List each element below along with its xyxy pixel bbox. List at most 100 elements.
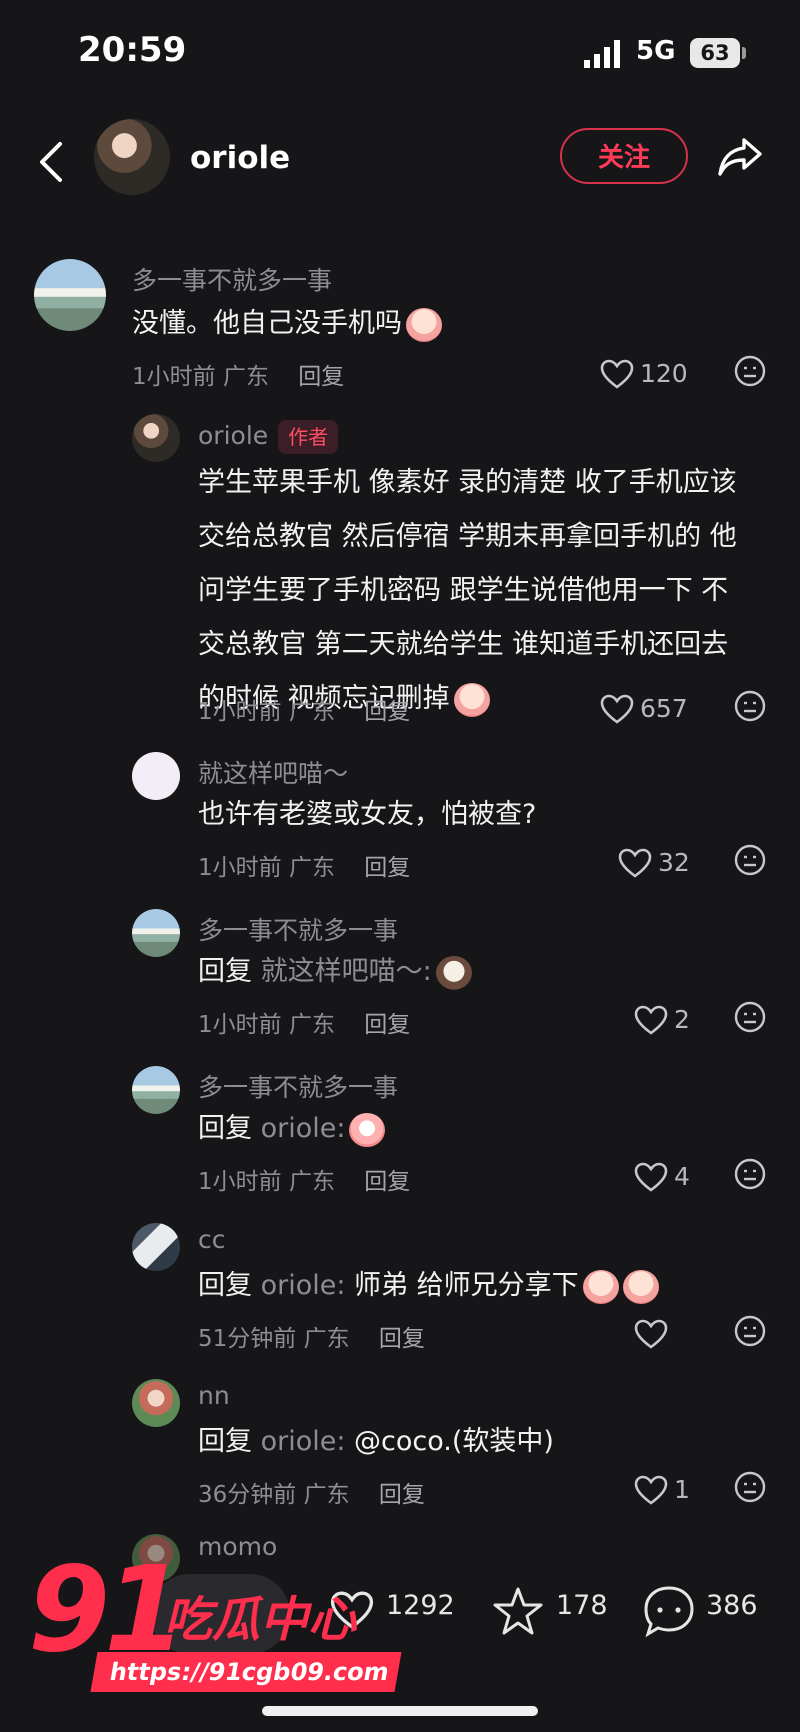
heart-icon	[634, 1162, 668, 1192]
heart-icon	[600, 359, 634, 389]
comment-text-content: 师弟 给师兄分享下	[354, 1270, 579, 1301]
battery-icon: 63	[690, 38, 740, 68]
share-icon[interactable]	[716, 134, 764, 178]
reply-button[interactable]: 回复	[298, 364, 344, 390]
dislike-icon[interactable]	[734, 844, 766, 876]
comment-author[interactable]: momo	[198, 1532, 277, 1561]
comment-author[interactable]: 多一事不就多一事	[198, 911, 398, 947]
comment-time: 1小时前	[198, 1012, 282, 1038]
reply-target[interactable]: oriole:	[261, 1270, 346, 1301]
comment-text: 回复 oriole: @coco.(软装中)	[198, 1415, 554, 1469]
dislike-icon[interactable]	[734, 1001, 766, 1033]
dislike-icon[interactable]	[734, 1471, 766, 1503]
peach-emoji-icon	[582, 1269, 619, 1304]
comment-meta: 36分钟前 广东 回复	[198, 1475, 425, 1509]
comment-text-line: 问学生要了手机密码 跟学生说借他用一下 不	[198, 575, 729, 606]
avatar[interactable]	[132, 1066, 180, 1114]
reply-button[interactable]: 回复	[364, 1169, 410, 1195]
reply-button[interactable]: 回复	[379, 1326, 425, 1352]
avatar[interactable]	[132, 752, 180, 800]
avatar[interactable]	[132, 1223, 180, 1271]
comment-item: 多一事不就多一事 没懂。他自己没手机吗 1小时前 广东 回复 120	[0, 255, 800, 395]
peach-emoji-icon	[622, 1269, 659, 1304]
comment-time: 51分钟前	[198, 1326, 297, 1352]
dislike-icon[interactable]	[734, 1315, 766, 1347]
reply-prefix: 回复	[198, 1113, 252, 1144]
like-count: 2	[674, 1005, 690, 1034]
comment-text: 回复 oriole: 师弟 给师兄分享下	[198, 1259, 659, 1313]
reply-target[interactable]: 就这样吧喵～:	[261, 956, 432, 987]
like-count: 4	[674, 1162, 690, 1191]
watermark-url: https://91cgb09.com	[90, 1652, 402, 1692]
comment-text-line: 学生苹果手机 像素好 录的清楚 收了手机应该	[198, 467, 737, 498]
comment-item: oriole 作者 学生苹果手机 像素好 录的清楚 收了手机应该 交给总教官 然后…	[0, 410, 800, 730]
comment-author[interactable]: nn	[198, 1381, 230, 1410]
comment-location: 广东	[288, 1012, 335, 1038]
dislike-icon[interactable]	[734, 1158, 766, 1190]
like-button[interactable]: 657	[600, 690, 720, 730]
reply-button[interactable]: 回复	[364, 855, 410, 881]
comment-location: 广东	[222, 364, 269, 390]
heart-icon	[600, 694, 634, 724]
network-label: 5G	[636, 36, 676, 66]
comment-text-content: @coco.(软装中)	[354, 1426, 554, 1457]
like-total: 1292	[386, 1590, 455, 1621]
heart-icon	[634, 1475, 668, 1505]
reply-prefix: 回复	[198, 956, 252, 987]
comment-time: 1小时前	[198, 1169, 282, 1195]
comment-item: nn 回复 oriole: @coco.(软装中) 36分钟前 广东 回复 1	[0, 1375, 800, 1515]
comment-author[interactable]: 多一事不就多一事	[198, 1068, 398, 1104]
like-count: 1	[674, 1475, 690, 1504]
signal-icon	[584, 40, 620, 68]
shocked-emoji-icon	[349, 1112, 386, 1147]
comment-author[interactable]: cc	[198, 1225, 226, 1254]
comment-text-content: 没懂。他自己没手机吗	[132, 308, 402, 339]
comment-item: 就这样吧喵～ 也许有老婆或女友，怕被查? 1小时前 广东 回复 32	[0, 748, 800, 888]
comment-location: 广东	[288, 699, 335, 725]
comment-item: 多一事不就多一事 回复 oriole: 1小时前 广东 回复 4	[0, 1062, 800, 1202]
like-count: 657	[640, 694, 688, 723]
follow-button[interactable]: 关注	[560, 128, 688, 184]
avatar[interactable]	[132, 414, 180, 462]
reply-button[interactable]: 回复	[364, 699, 410, 725]
cat-emoji-icon	[435, 955, 472, 990]
reply-button[interactable]: 回复	[364, 1012, 410, 1038]
reply-button[interactable]: 回复	[379, 1482, 425, 1508]
comment-author[interactable]: oriole 作者	[198, 420, 339, 454]
comment-author[interactable]: 就这样吧喵～	[198, 754, 348, 790]
comment-time: 1小时前	[198, 699, 282, 725]
avatar[interactable]	[132, 909, 180, 957]
reply-target[interactable]: oriole:	[261, 1426, 346, 1457]
reply-target[interactable]: oriole:	[261, 1113, 346, 1144]
like-button[interactable]: 32	[618, 844, 738, 884]
back-icon[interactable]	[36, 140, 66, 184]
comment-author[interactable]: 多一事不就多一事	[132, 261, 332, 297]
dislike-icon[interactable]	[734, 355, 766, 387]
comment-meta: 1小时前 广东 回复	[198, 692, 410, 726]
comment-text-line: 交给总教官 然后停宿 学期末再拿回手机的 他	[198, 521, 737, 552]
avatar[interactable]	[94, 119, 170, 195]
comment-item: 多一事不就多一事 回复 就这样吧喵～: 1小时前 广东 回复 2	[0, 905, 800, 1045]
comment-text: 没懂。他自己没手机吗	[132, 297, 442, 351]
favorite-total: 178	[556, 1590, 608, 1621]
home-indicator[interactable]	[262, 1706, 538, 1716]
comment-location: 广东	[303, 1326, 350, 1352]
avatar[interactable]	[132, 1379, 180, 1427]
watermark-text: 吃瓜中心	[164, 1592, 357, 1648]
comment-text: 回复 oriole:	[198, 1102, 386, 1156]
comment-bubble-icon[interactable]	[642, 1584, 696, 1638]
comment-total: 386	[706, 1590, 758, 1621]
comment-time: 36分钟前	[198, 1482, 297, 1508]
comment-meta: 1小时前 广东 回复	[198, 848, 410, 882]
like-button[interactable]: 120	[600, 355, 720, 395]
battery-tip	[742, 47, 746, 59]
like-count: 32	[658, 848, 690, 877]
comment-location: 广东	[303, 1482, 350, 1508]
comment-meta: 1小时前 广东 回复	[198, 1162, 410, 1196]
star-icon[interactable]	[492, 1586, 544, 1636]
username[interactable]: oriole	[190, 140, 290, 176]
comment-author-name: oriole	[198, 421, 269, 450]
comment-text: 也许有老婆或女友，怕被查?	[198, 799, 537, 830]
avatar[interactable]	[34, 259, 106, 331]
dislike-icon[interactable]	[734, 690, 766, 722]
